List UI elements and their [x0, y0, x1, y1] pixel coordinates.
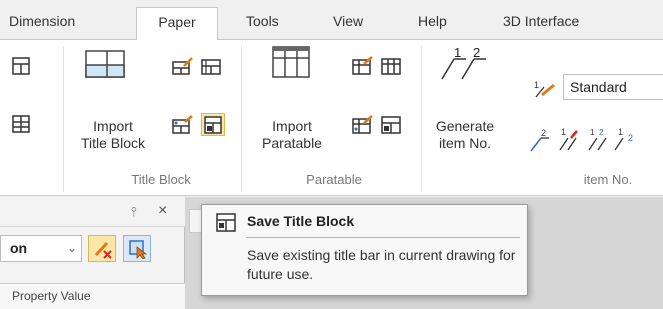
fill-paratable-icon[interactable]: [352, 115, 374, 135]
svg-text:1: 1: [590, 128, 595, 137]
table-props-icon[interactable]: [12, 57, 30, 75]
property-value-header: Property Value: [0, 283, 185, 309]
item-style-icon[interactable]: 1: [532, 79, 558, 99]
tooltip: Save Title Block Save existing title bar…: [201, 204, 528, 296]
tab-3d-interface[interactable]: 3D Interface: [503, 10, 579, 40]
tooltip-divider: [246, 237, 520, 238]
ribbon-panel: Import Title Block Title Block Import Pa…: [0, 40, 663, 196]
item-style-select[interactable]: Standard: [563, 74, 663, 100]
item-no-style-4-icon[interactable]: 1 2: [612, 126, 636, 152]
import-paratable-label-2: Paratable: [262, 135, 322, 151]
svg-text:2: 2: [599, 128, 604, 137]
pin-icon[interactable]: ⫯: [131, 204, 137, 220]
tab-view[interactable]: View: [333, 10, 363, 40]
chevron-down-icon: ⌄: [66, 241, 77, 255]
tab-dimension[interactable]: Dimension: [9, 10, 75, 40]
tab-paper[interactable]: Paper: [136, 7, 218, 41]
generate-item-no-button[interactable]: Generate item No.: [432, 118, 498, 152]
group-separator: [421, 46, 422, 192]
generate-item-no-icon[interactable]: 1 2: [440, 45, 490, 81]
table-edit-icon[interactable]: [12, 115, 30, 133]
ribbon-tab-bar: Dimension Paper Tools View Help 3D Inter…: [0, 0, 663, 41]
import-title-block-button[interactable]: Import Title Block: [70, 118, 156, 152]
close-icon[interactable]: ×: [158, 202, 167, 220]
tab-tools[interactable]: Tools: [246, 10, 279, 40]
generate-item-no-label-1: Generate: [435, 118, 495, 134]
item-no-style-2-icon[interactable]: 1: [557, 126, 581, 152]
title-block-icon[interactable]: [85, 49, 125, 79]
paratable-props-icon[interactable]: [381, 57, 401, 75]
group-separator: [63, 46, 64, 192]
clear-icon: [94, 241, 112, 259]
item-no-group-label: item No.: [583, 172, 633, 187]
generate-item-no-label-2: item No.: [438, 135, 492, 151]
title-block-group-label: Title Block: [131, 172, 191, 187]
title-block-props-icon[interactable]: [201, 57, 221, 75]
edit-paratable-icon[interactable]: [352, 56, 374, 76]
import-paratable-label-1: Import: [272, 118, 312, 134]
save-title-block-icon: [216, 213, 236, 232]
import-title-block-label-1: Import: [93, 118, 133, 134]
svg-text:1: 1: [618, 127, 623, 137]
save-title-block-icon: [204, 116, 222, 134]
paratable-group-label: Paratable: [306, 172, 362, 187]
tab-help[interactable]: Help: [418, 10, 447, 40]
tooltip-description: Save existing title bar in current drawi…: [247, 247, 516, 282]
fill-title-block-icon[interactable]: [172, 115, 194, 135]
group-separator: [241, 46, 242, 192]
item-no-style-3-icon[interactable]: 1 2: [586, 126, 610, 152]
import-paratable-button[interactable]: Import Paratable: [254, 118, 330, 152]
object-type-value: on: [10, 240, 28, 256]
save-paratable-icon[interactable]: [381, 116, 401, 134]
properties-panel: ⫯ × on ⌄ Property Value: [0, 197, 185, 309]
properties-panel-header: ⫯ ×: [0, 197, 185, 227]
clear-selection-button[interactable]: [88, 235, 116, 262]
import-title-block-label-2: Title Block: [80, 135, 146, 151]
quick-select-button[interactable]: [123, 235, 151, 262]
svg-text:2: 2: [628, 133, 633, 143]
svg-text:2: 2: [541, 128, 546, 138]
edit-title-block-icon[interactable]: [172, 57, 194, 75]
tooltip-title: Save Title Block: [247, 213, 355, 229]
svg-text:1: 1: [534, 80, 539, 90]
object-type-combo[interactable]: on ⌄: [0, 235, 82, 262]
paratable-icon[interactable]: [272, 44, 312, 78]
save-title-block-button[interactable]: [201, 113, 225, 136]
item-no-style-1-icon[interactable]: 2: [528, 127, 552, 153]
select-icon: [129, 240, 148, 259]
svg-text:1: 1: [561, 127, 566, 137]
